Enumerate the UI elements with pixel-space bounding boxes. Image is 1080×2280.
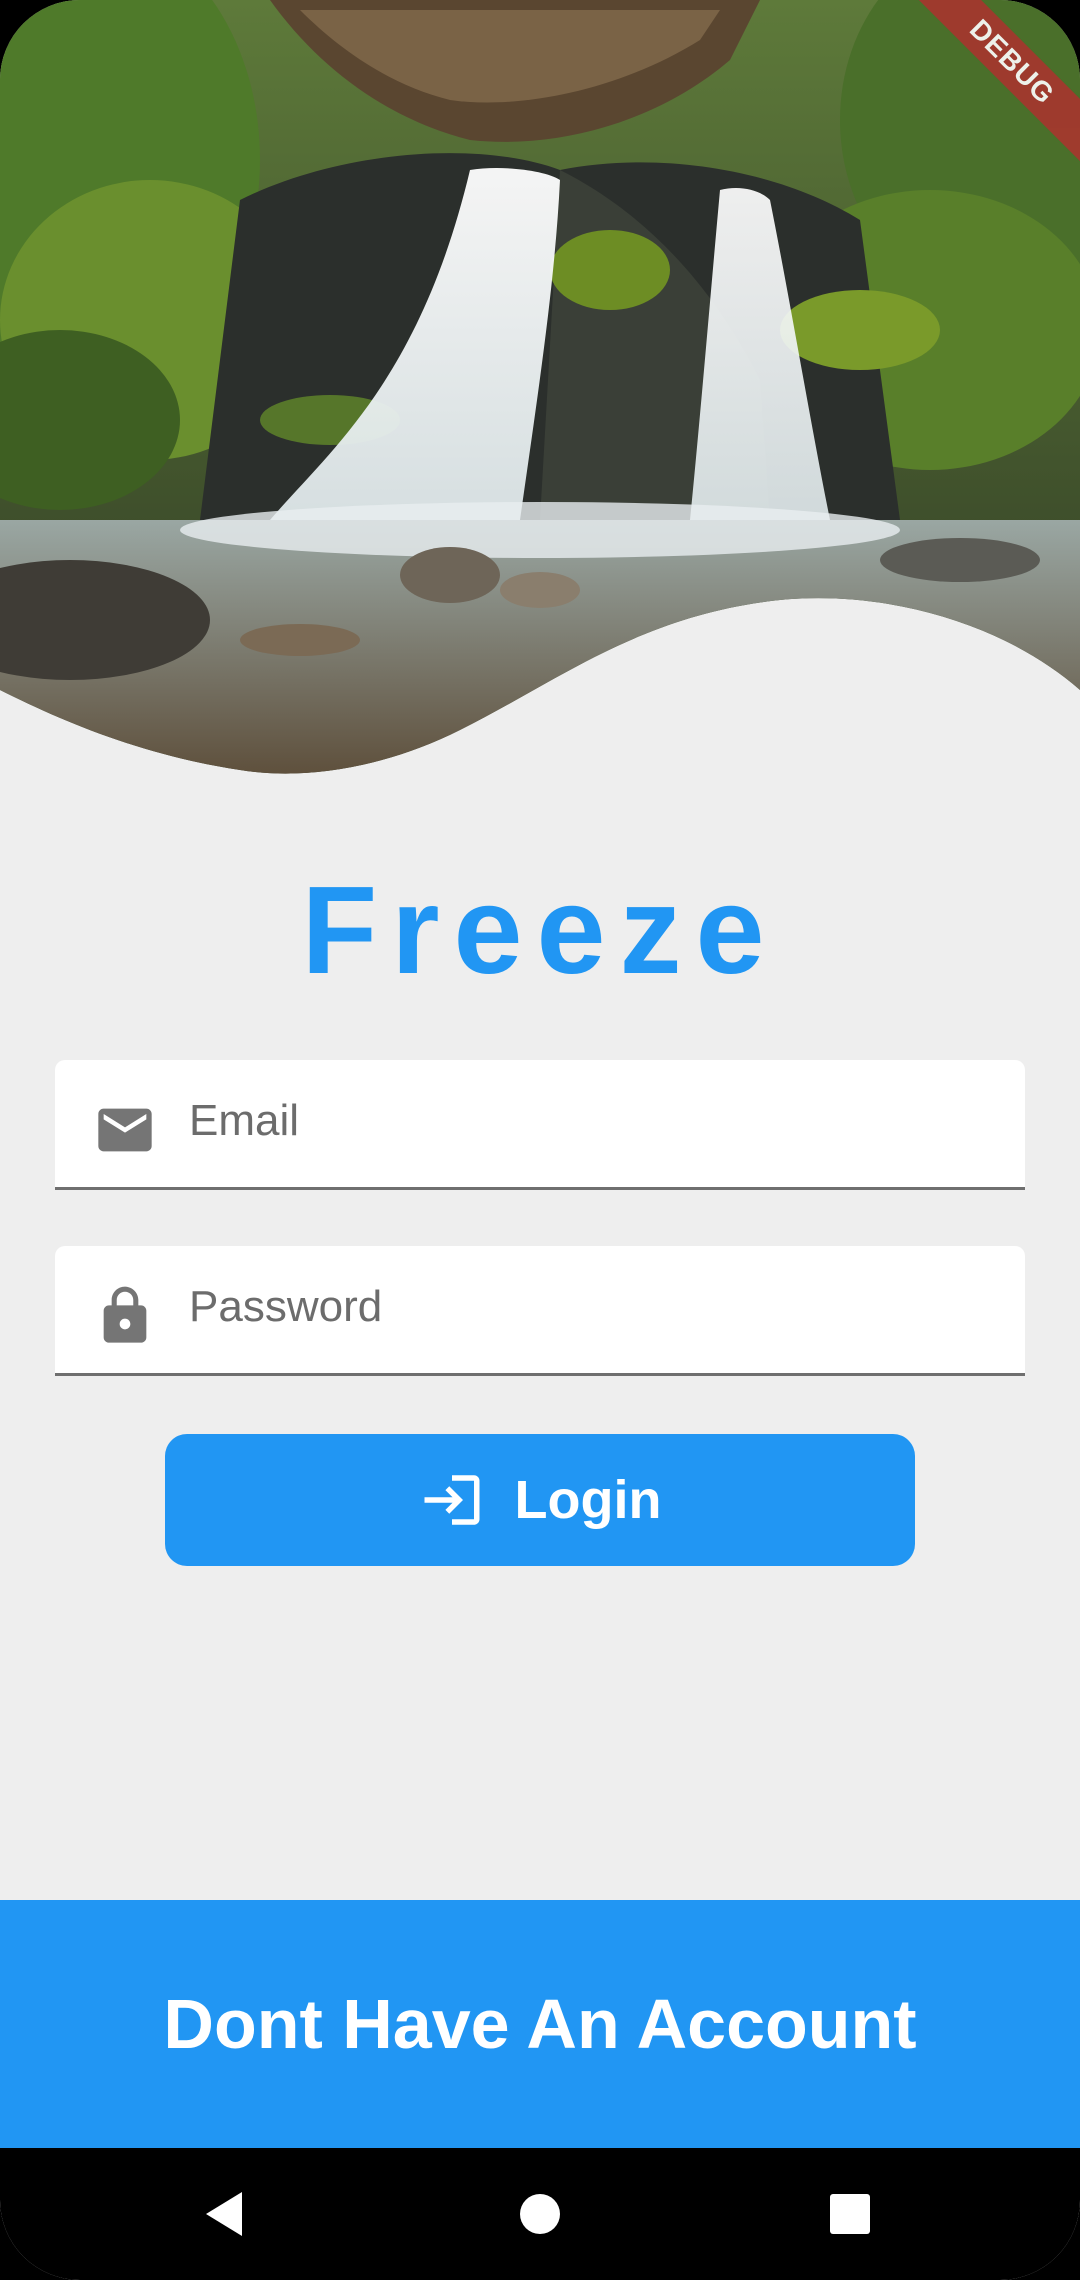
- waterfall-illustration: [0, 0, 1080, 774]
- email-field[interactable]: [55, 1060, 1025, 1190]
- lock-icon: [103, 1286, 147, 1343]
- mail-icon: [98, 1108, 152, 1152]
- home-button[interactable]: [504, 2178, 576, 2250]
- email-input[interactable]: [187, 1080, 991, 1162]
- password-field[interactable]: [55, 1246, 1025, 1376]
- app-screen: DEBUG Freeze Login Dont Have An Account: [0, 0, 1080, 2280]
- signup-button[interactable]: Dont Have An Account: [0, 1900, 1080, 2148]
- recents-button[interactable]: [814, 2178, 886, 2250]
- app-title: Freeze: [301, 862, 779, 1000]
- login-icon: [424, 1475, 480, 1525]
- hero-image: [0, 0, 1080, 780]
- home-icon: [520, 2194, 560, 2234]
- system-nav-bar: [0, 2148, 1080, 2280]
- password-input[interactable]: [187, 1266, 991, 1348]
- login-button[interactable]: Login: [165, 1434, 915, 1566]
- back-icon: [206, 2192, 242, 2236]
- back-button[interactable]: [188, 2178, 260, 2250]
- recents-icon: [830, 2194, 870, 2234]
- signup-label: Dont Have An Account: [163, 1985, 917, 2063]
- login-button-label: Login: [514, 1470, 662, 1530]
